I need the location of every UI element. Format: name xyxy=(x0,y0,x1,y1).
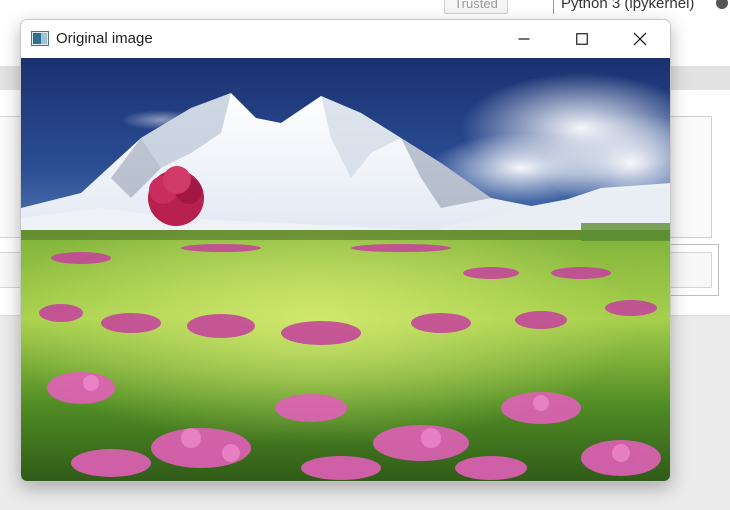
close-button[interactable] xyxy=(611,20,669,58)
close-icon xyxy=(633,32,647,46)
landscape-photo xyxy=(21,58,670,481)
cell-input-area[interactable] xyxy=(0,252,22,288)
maximize-button[interactable] xyxy=(553,20,611,58)
window-titlebar[interactable]: Original image xyxy=(21,20,670,58)
window-title: Original image xyxy=(56,30,153,47)
trusted-indicator[interactable]: Trusted xyxy=(444,0,508,14)
kernel-separator xyxy=(553,0,554,14)
kernel-name[interactable]: Python 3 (ipykernel) xyxy=(561,0,694,13)
maximize-icon xyxy=(576,33,588,45)
app-icon xyxy=(31,31,49,46)
minimize-icon xyxy=(518,38,530,40)
minimize-button[interactable] xyxy=(495,20,553,58)
image-canvas[interactable] xyxy=(21,58,670,481)
cell-output-area xyxy=(0,116,22,238)
image-window[interactable]: Original image xyxy=(20,19,671,482)
